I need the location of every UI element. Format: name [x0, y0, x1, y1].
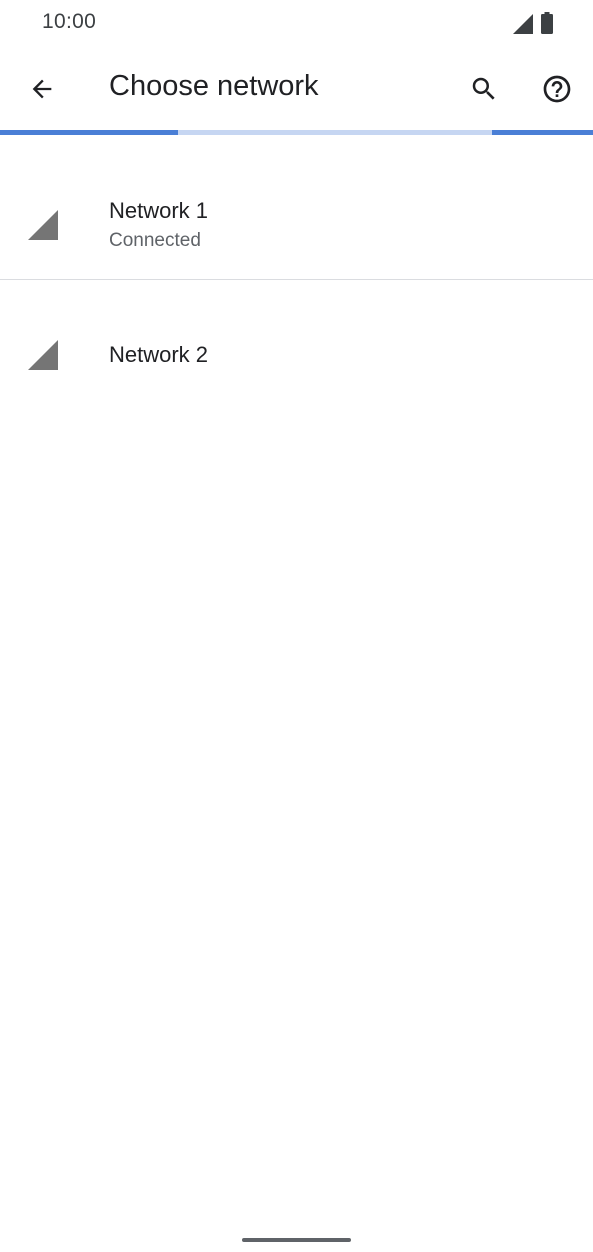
network-list-item[interactable]: Network 1 Connected — [0, 135, 593, 279]
gesture-nav-handle[interactable] — [242, 1238, 351, 1242]
arrow-back-icon — [32, 79, 52, 99]
app-bar: Choose network — [0, 48, 593, 130]
battery-icon — [541, 12, 553, 34]
cellular-signal-icon — [28, 340, 58, 370]
cellular-signal-icon — [513, 14, 533, 34]
network-list: Network 1 Connected Network 2 — [0, 135, 593, 430]
help-circle-icon — [543, 75, 571, 103]
search-button[interactable] — [456, 61, 512, 117]
page-title: Choose network — [109, 70, 319, 102]
network-name: Network 2 — [109, 342, 209, 367]
status-bar: 10:00 — [0, 0, 593, 48]
status-icons — [513, 12, 553, 34]
network-status: Connected — [109, 230, 201, 251]
search-icon — [472, 77, 495, 100]
cellular-signal-icon — [28, 210, 58, 240]
network-list-item[interactable]: Network 2 — [0, 280, 593, 430]
help-button[interactable] — [529, 61, 585, 117]
network-name: Network 1 — [109, 198, 209, 223]
status-time: 10:00 — [42, 10, 97, 33]
back-button[interactable] — [14, 61, 70, 117]
